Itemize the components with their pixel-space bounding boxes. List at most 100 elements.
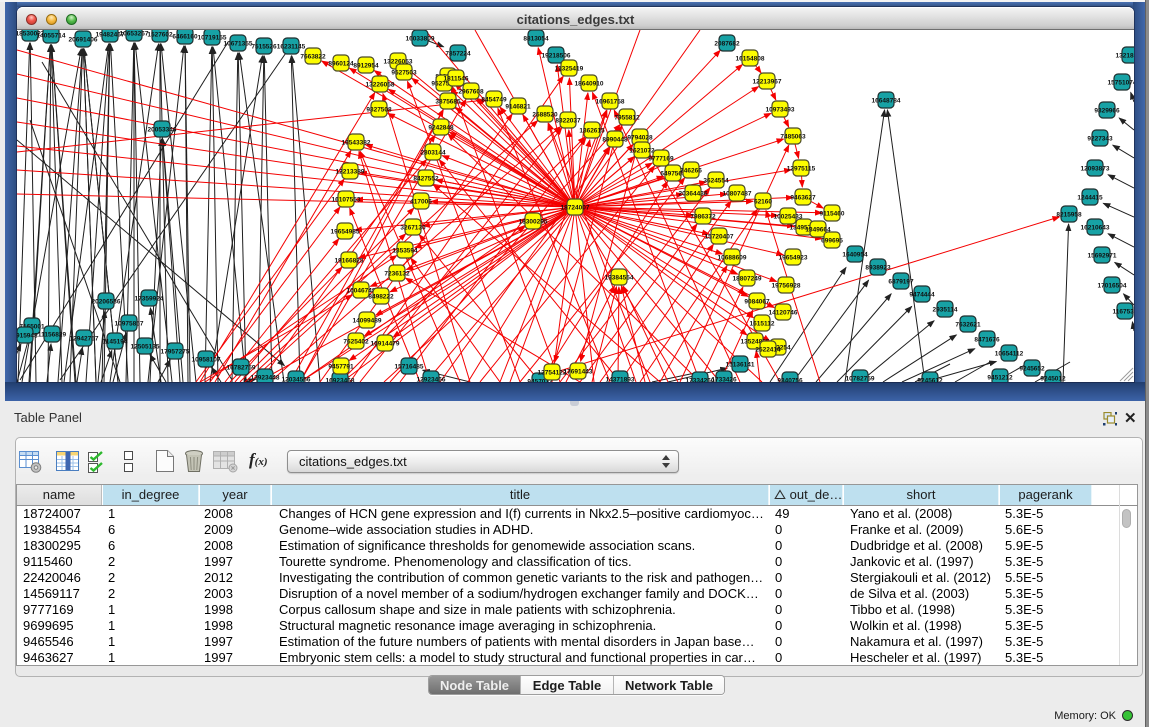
svg-text:9227343: 9227343: [1087, 136, 1113, 143]
svg-text:11156829: 11156829: [38, 332, 67, 339]
svg-text:19654923: 19654923: [779, 255, 808, 262]
svg-text:3875685: 3875685: [435, 99, 461, 106]
svg-text:9245612: 9245612: [917, 378, 943, 383]
svg-text:1145194: 1145194: [103, 339, 128, 346]
svg-text:9329966: 9329966: [1094, 108, 1120, 115]
svg-text:9463627: 9463627: [790, 195, 816, 202]
svg-text:14099489: 14099489: [353, 318, 382, 325]
svg-text:9115460: 9115460: [820, 211, 845, 218]
svg-text:6466160: 6466160: [172, 34, 198, 41]
svg-text:9474444: 9474444: [909, 292, 935, 299]
svg-text:19756928: 19756928: [772, 283, 801, 290]
svg-text:10958107: 10958107: [192, 357, 221, 364]
svg-text:10975857: 10975857: [115, 321, 144, 328]
svg-text:6879197: 6879197: [888, 279, 914, 286]
svg-text:20691406: 20691406: [69, 37, 98, 44]
svg-text:14055714: 14055714: [37, 33, 66, 40]
svg-text:1362615: 1362615: [579, 128, 605, 135]
svg-text:15136141: 15136141: [726, 362, 755, 369]
svg-text:10671355: 10671355: [224, 41, 253, 48]
svg-text:12942757: 12942757: [70, 336, 99, 343]
svg-text:11325419: 11325419: [555, 66, 584, 73]
svg-text:1167533: 1167533: [1113, 309, 1134, 316]
svg-text:16210643: 16210643: [1081, 225, 1110, 232]
svg-text:12975115: 12975115: [787, 166, 816, 173]
svg-text:2967608: 2967608: [458, 89, 484, 96]
svg-text:8813054: 8813054: [523, 36, 549, 43]
svg-text:9777169: 9777169: [648, 156, 674, 163]
svg-text:417006: 417006: [410, 199, 432, 206]
svg-text:7663822: 7663822: [300, 54, 326, 61]
svg-text:7986372: 7986372: [690, 214, 716, 221]
svg-text:20053346: 20053346: [148, 127, 177, 134]
svg-text:16543382: 16543382: [342, 140, 371, 147]
svg-text:699695: 699695: [821, 238, 843, 245]
svg-text:16231145: 16231145: [277, 44, 306, 51]
svg-text:3267130: 3267130: [400, 225, 426, 232]
svg-text:7236132: 7236132: [384, 271, 410, 278]
svg-text:20364436: 20364436: [679, 191, 708, 198]
svg-text:8427552: 8427552: [413, 176, 439, 183]
svg-text:9242848: 9242848: [428, 125, 454, 132]
svg-text:12754122: 12754122: [538, 370, 567, 377]
svg-text:2522414: 2522414: [755, 347, 781, 354]
svg-text:7485063: 7485063: [780, 134, 806, 141]
svg-text:7632621: 7632621: [955, 322, 981, 329]
svg-text:9451212: 9451212: [987, 375, 1013, 382]
svg-text:12034566: 12034566: [282, 377, 311, 383]
svg-text:17957275: 17957275: [161, 349, 190, 356]
svg-text:10719155: 10719155: [198, 35, 227, 42]
svg-text:19384554: 19384554: [605, 275, 634, 282]
svg-text:12505135: 12505135: [131, 344, 160, 351]
svg-text:10782759: 10782759: [846, 376, 875, 383]
svg-text:62160: 62160: [754, 199, 772, 206]
svg-text:2087682: 2087682: [714, 41, 740, 48]
svg-text:1615112: 1615112: [750, 321, 775, 328]
svg-text:10688609: 10688609: [718, 255, 747, 262]
svg-text:3915948: 3915948: [17, 333, 38, 340]
svg-text:9084067: 9084067: [744, 299, 770, 306]
svg-text:8912954: 8912954: [353, 63, 379, 70]
svg-text:2935114: 2935114: [933, 307, 958, 314]
svg-text:7625402: 7625402: [343, 339, 369, 346]
svg-text:3624554: 3624554: [703, 178, 729, 185]
svg-text:7515526: 7515526: [251, 44, 277, 51]
svg-text:1640954: 1640954: [842, 252, 868, 259]
svg-text:17359924: 17359924: [135, 296, 164, 303]
svg-text:19218506: 19218506: [542, 53, 571, 60]
svg-text:16648784: 16648784: [872, 98, 901, 105]
svg-text:18300295: 18300295: [519, 219, 548, 226]
svg-text:10654112: 10654112: [995, 351, 1024, 358]
svg-text:9146821: 9146821: [505, 104, 531, 111]
svg-text:9527503: 9527503: [391, 70, 417, 77]
svg-text:12093873: 12093873: [1081, 166, 1110, 173]
svg-text:18724007: 18724007: [561, 205, 590, 212]
svg-text:16914479: 16914479: [371, 341, 400, 348]
svg-text:1811546: 1811546: [444, 76, 469, 83]
svg-text:13226058: 13226058: [366, 82, 395, 89]
svg-text:16961758: 16961758: [596, 99, 625, 106]
svg-text:19654985: 19654985: [331, 229, 360, 236]
svg-text:2803144: 2803144: [420, 150, 446, 157]
svg-text:16107553: 16107553: [332, 197, 361, 204]
svg-text:8322037: 8322037: [555, 118, 581, 125]
svg-text:12923448: 12923448: [251, 375, 280, 382]
svg-text:12213967: 12213967: [753, 79, 782, 86]
svg-text:9457791: 9457791: [328, 364, 354, 371]
svg-text:18807249: 18807249: [733, 276, 762, 283]
svg-text:9245652: 9245652: [1019, 366, 1045, 373]
svg-text:7857224: 7857224: [445, 51, 471, 58]
svg-text:14120746: 14120746: [769, 310, 798, 317]
svg-text:15751074: 15751074: [1108, 80, 1134, 87]
svg-text:8960124: 8960124: [328, 61, 354, 68]
svg-text:15692971: 15692971: [1088, 253, 1117, 260]
svg-text:18640910: 18640910: [575, 81, 604, 88]
svg-text:17691443: 17691443: [564, 369, 593, 376]
svg-text:8498222: 8498222: [368, 294, 394, 301]
svg-text:9245012: 9245012: [1040, 376, 1066, 383]
svg-text:12213389: 12213389: [336, 169, 365, 176]
svg-text:1353594: 1353594: [392, 248, 418, 255]
svg-text:8990448: 8990448: [602, 137, 628, 144]
svg-text:17016504: 17016504: [1098, 283, 1127, 290]
svg-text:1244415: 1244415: [1077, 195, 1103, 202]
